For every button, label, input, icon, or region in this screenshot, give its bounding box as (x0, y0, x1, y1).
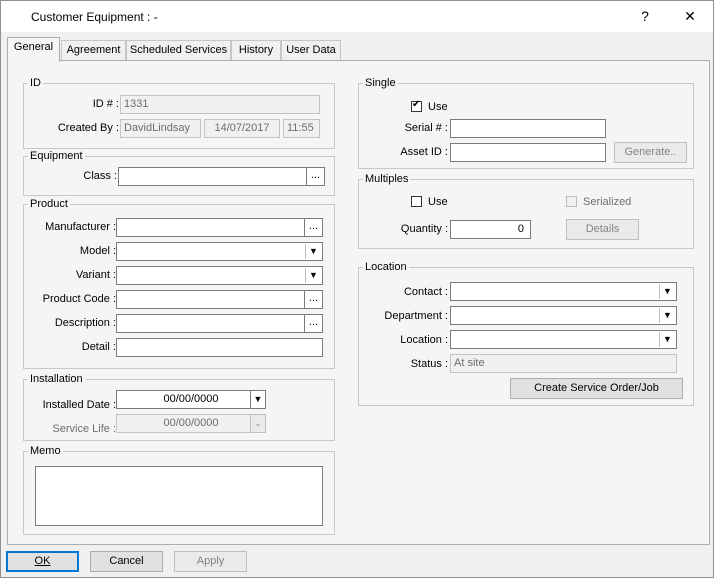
general-panel: ID ID # : 1331 Created By : DavidLindsay… (7, 60, 710, 545)
chevron-down-icon[interactable]: ▼ (659, 332, 675, 347)
close-button[interactable]: ✕ (679, 5, 701, 27)
tab-agreement[interactable]: Agreement (61, 40, 126, 61)
single-group: Single Use Serial # : Asset ID : Generat… (358, 77, 694, 169)
multiples-use-label: Use (428, 196, 448, 208)
create-service-order-button[interactable]: Create Service Order/Job (510, 378, 683, 399)
equipment-group-title: Equipment (28, 150, 85, 162)
model-select[interactable]: ▼ (116, 242, 323, 261)
service-life-field: 00/00/0000 (116, 414, 266, 433)
id-group: ID ID # : 1331 Created By : DavidLindsay… (23, 77, 335, 149)
ok-button[interactable]: OK (6, 551, 79, 572)
service-life-button: ⌄ (250, 414, 266, 433)
tab-history[interactable]: History (231, 40, 281, 61)
location-group-title: Location (363, 261, 409, 273)
tab-scheduled-services[interactable]: Scheduled Services (126, 40, 231, 61)
product-group: Product Manufacturer : ... Model : ▼ Var… (23, 198, 335, 369)
department-label: Department : (384, 310, 448, 322)
model-label: Model : (79, 245, 116, 257)
created-date-field: 14/07/2017 (204, 119, 280, 138)
serial-field[interactable] (450, 119, 606, 138)
id-field: 1331 (120, 95, 320, 114)
installed-date-label: Installed Date : (42, 399, 116, 411)
created-time-field: 11:55 (283, 119, 320, 138)
manufacturer-field[interactable]: ... (116, 218, 323, 237)
tab-strip: General Agreement Scheduled Services His… (1, 37, 713, 62)
status-label: Status : (410, 358, 448, 370)
variant-select[interactable]: ▼ (116, 266, 323, 285)
memo-group-title: Memo (28, 445, 63, 457)
class-field[interactable]: ... (118, 167, 325, 186)
footer: OK Cancel Apply (1, 547, 713, 577)
detail-label: Detail : (81, 341, 116, 353)
single-group-title: Single (363, 77, 398, 89)
dialog-window: Customer Equipment : - ? ✕ General Agree… (0, 0, 714, 578)
asset-id-label: Asset ID : (400, 146, 448, 158)
id-group-title: ID (28, 77, 43, 89)
location-label: Location : (400, 334, 448, 346)
generate-button[interactable]: Generate.. (614, 142, 687, 163)
memo-group: Memo (23, 445, 335, 535)
quantity-label: Quantity : (400, 223, 448, 235)
chevron-down-icon[interactable]: ▼ (659, 308, 675, 323)
title-bar: Customer Equipment : - ? ✕ (1, 1, 713, 32)
manufacturer-label: Manufacturer : (45, 221, 116, 233)
product-code-label: Product Code : (42, 293, 116, 305)
apply-button[interactable]: Apply (174, 551, 247, 572)
id-label: ID # : (92, 98, 119, 110)
multiples-use-checkbox[interactable] (411, 196, 422, 207)
chevron-down-icon[interactable]: ▼ (305, 244, 321, 259)
installed-date-field[interactable]: 00/00/0000 (116, 390, 266, 409)
description-browse-button[interactable]: ... (304, 315, 322, 332)
equipment-group: Equipment Class : ... (23, 150, 335, 196)
multiples-group-title: Multiples (363, 173, 411, 185)
details-button[interactable]: Details (566, 219, 639, 240)
description-field[interactable]: ... (116, 314, 323, 333)
asset-id-field[interactable] (450, 143, 606, 162)
single-use-checkbox[interactable] (411, 99, 422, 112)
chevron-down-icon[interactable]: ▼ (305, 268, 321, 283)
created-by-field: DavidLindsay (120, 119, 201, 138)
manufacturer-browse-button[interactable]: ... (304, 219, 322, 236)
location-group: Location Contact : ▼ Department : ▼ Loca… (358, 261, 694, 406)
ok-label: OK (34, 555, 51, 567)
contact-select[interactable]: ▼ (450, 282, 677, 301)
serial-label: Serial # : (404, 122, 448, 134)
help-button[interactable]: ? (634, 5, 656, 27)
serialized-checkbox (566, 196, 577, 207)
product-code-browse-button[interactable]: ... (304, 291, 322, 308)
chevron-down-icon[interactable]: ▼ (659, 284, 675, 299)
window-title: Customer Equipment : - (31, 10, 158, 24)
product-group-title: Product (28, 198, 70, 210)
tab-general[interactable]: General (7, 37, 60, 62)
single-use-label: Use (428, 101, 448, 113)
contact-label: Contact : (403, 286, 448, 298)
service-life-label: Service Life : (52, 423, 116, 435)
product-code-field[interactable]: ... (116, 290, 323, 309)
quantity-field[interactable]: 0 (450, 220, 531, 239)
installation-group-title: Installation (28, 373, 85, 385)
location-select[interactable]: ▼ (450, 330, 677, 349)
created-by-label: Created By : (57, 122, 119, 134)
installation-group: Installation Installed Date : 00/00/0000… (23, 373, 335, 441)
status-field: At site (450, 354, 677, 373)
cancel-button[interactable]: Cancel (90, 551, 163, 572)
tab-user-data[interactable]: User Data (281, 40, 341, 61)
class-browse-button[interactable]: ... (306, 168, 324, 185)
multiples-group: Multiples Use Serialized Quantity : 0 De… (358, 173, 694, 249)
description-label: Description : (54, 317, 116, 329)
installed-date-picker-button[interactable]: ▼ (250, 390, 266, 409)
department-select[interactable]: ▼ (450, 306, 677, 325)
class-label: Class : (83, 170, 117, 182)
variant-label: Variant : (75, 269, 116, 281)
serialized-label: Serialized (583, 196, 632, 208)
detail-field[interactable] (116, 338, 323, 357)
memo-field[interactable] (35, 466, 323, 526)
